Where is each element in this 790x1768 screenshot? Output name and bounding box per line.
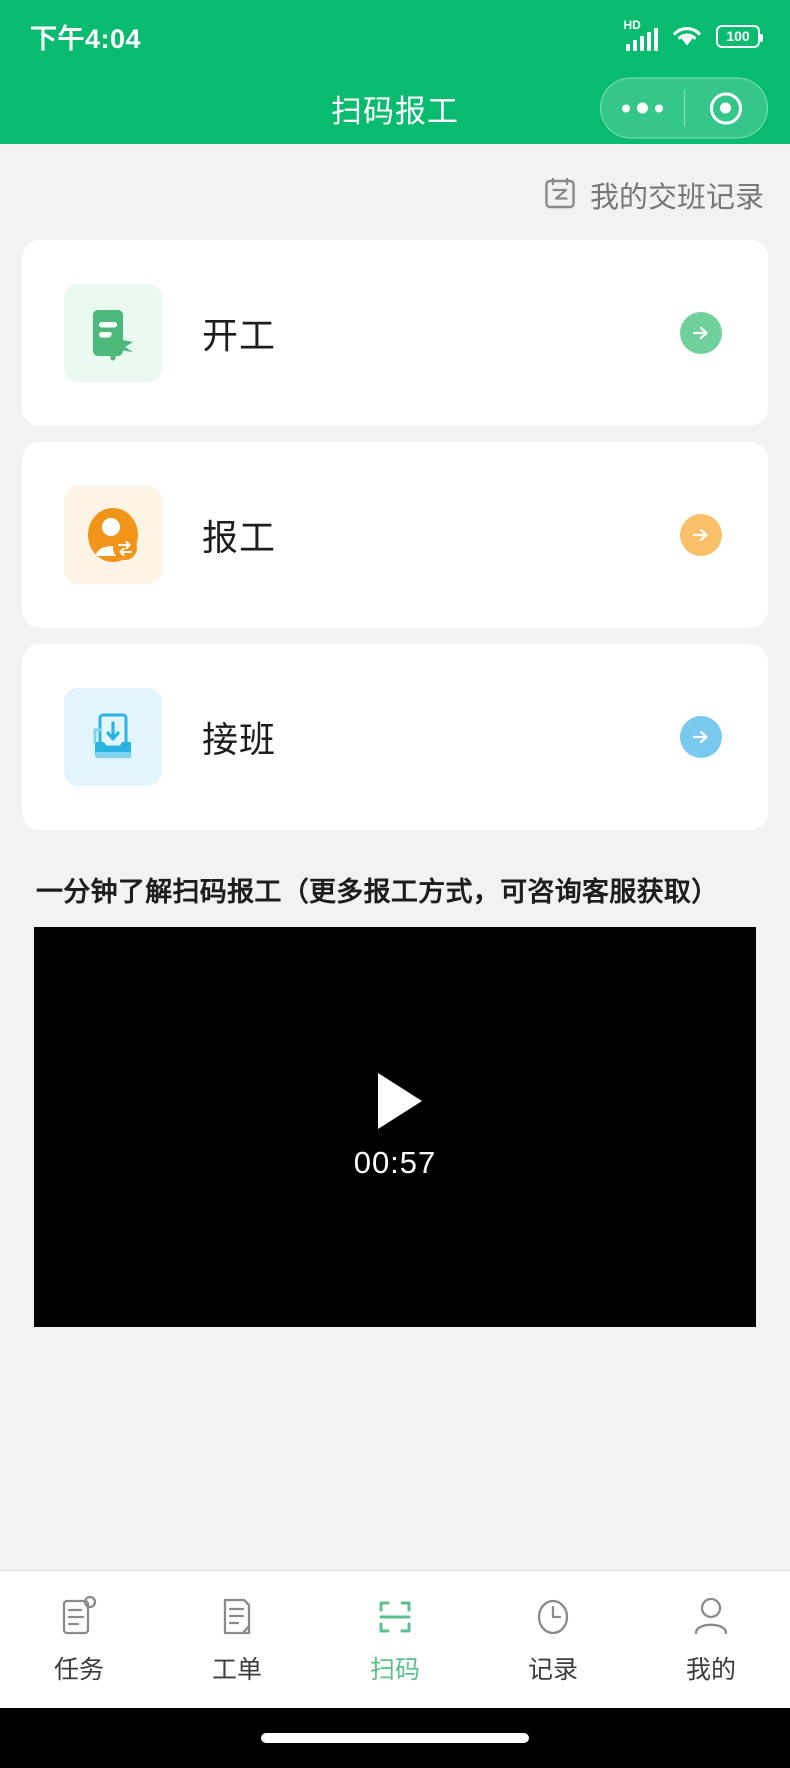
- tab-tasks[interactable]: 任务: [0, 1594, 158, 1686]
- tab-profile[interactable]: 我的: [632, 1594, 790, 1686]
- status-bar: 下午4:04 HD 100: [0, 0, 790, 72]
- card-report-work[interactable]: 报工: [22, 442, 768, 628]
- card-start-work[interactable]: 开工: [22, 240, 768, 426]
- page-title: 扫码报工: [331, 93, 459, 129]
- work-order-icon: [217, 1594, 257, 1640]
- tab-work-orders[interactable]: 工单: [158, 1594, 316, 1686]
- scan-code-icon: [375, 1594, 415, 1640]
- main-content: 我的交班记录 开工 报工 接班 一分钟了解扫码报工（更多报工方式，可咨询客服获取…: [0, 144, 790, 1570]
- card-label: 接班: [202, 719, 277, 760]
- status-time: 下午4:04: [30, 23, 142, 54]
- tab-records[interactable]: 记录: [474, 1594, 632, 1686]
- cellular-signal-icon: HD: [623, 18, 658, 51]
- tab-label: 工单: [211, 1655, 262, 1684]
- take-over-shift-icon: [64, 688, 162, 786]
- shift-record-icon: [544, 176, 576, 215]
- card-arrow-icon[interactable]: [680, 514, 722, 556]
- bottom-tab-bar: 任务 工单 扫码 记录 我的: [0, 1570, 790, 1708]
- tab-label: 任务: [53, 1655, 104, 1684]
- report-work-icon: [64, 486, 162, 584]
- tab-scan-code[interactable]: 扫码: [316, 1594, 474, 1686]
- play-icon[interactable]: [378, 1073, 422, 1129]
- wifi-icon: [671, 24, 703, 48]
- target-icon: [709, 92, 742, 124]
- app-header: 扫码报工: [0, 72, 790, 144]
- card-arrow-icon[interactable]: [680, 716, 722, 758]
- status-icon-group: HD 100: [623, 18, 763, 51]
- start-work-icon: [64, 284, 162, 382]
- more-dots-icon: [621, 102, 663, 114]
- task-list-icon: [59, 1594, 99, 1640]
- video-section-heading: 一分钟了解扫码报工（更多报工方式，可咨询客服获取）: [36, 877, 719, 907]
- close-miniprogram-button[interactable]: [685, 79, 768, 138]
- shift-record-label: 我的交班记录: [589, 182, 764, 214]
- shift-record-link[interactable]: 我的交班记录: [0, 144, 790, 224]
- app-screen: 下午4:04 HD 100 扫码报工 我的交班记录 开工 报工 接班 一分钟了解…: [0, 0, 790, 1768]
- more-menu-button[interactable]: [601, 79, 684, 138]
- home-indicator-area: [0, 1708, 790, 1768]
- card-arrow-icon[interactable]: [680, 312, 722, 354]
- clock-history-icon: [533, 1594, 573, 1640]
- video-duration: 00:57: [353, 1145, 437, 1180]
- card-label: 报工: [202, 517, 277, 558]
- user-profile-icon: [691, 1594, 731, 1640]
- card-take-over-shift[interactable]: 接班: [22, 644, 768, 830]
- home-indicator[interactable]: [261, 1733, 529, 1743]
- tab-label: 我的: [685, 1655, 736, 1684]
- hd-label: HD: [623, 18, 641, 32]
- tab-label: 记录: [527, 1655, 578, 1684]
- battery-level: 100: [726, 28, 750, 44]
- battery-icon: 100: [716, 24, 763, 48]
- card-label: 开工: [202, 315, 277, 356]
- miniprogram-capsule[interactable]: [600, 77, 768, 139]
- tab-label: 扫码: [369, 1655, 420, 1684]
- video-player[interactable]: 00:57: [34, 927, 756, 1327]
